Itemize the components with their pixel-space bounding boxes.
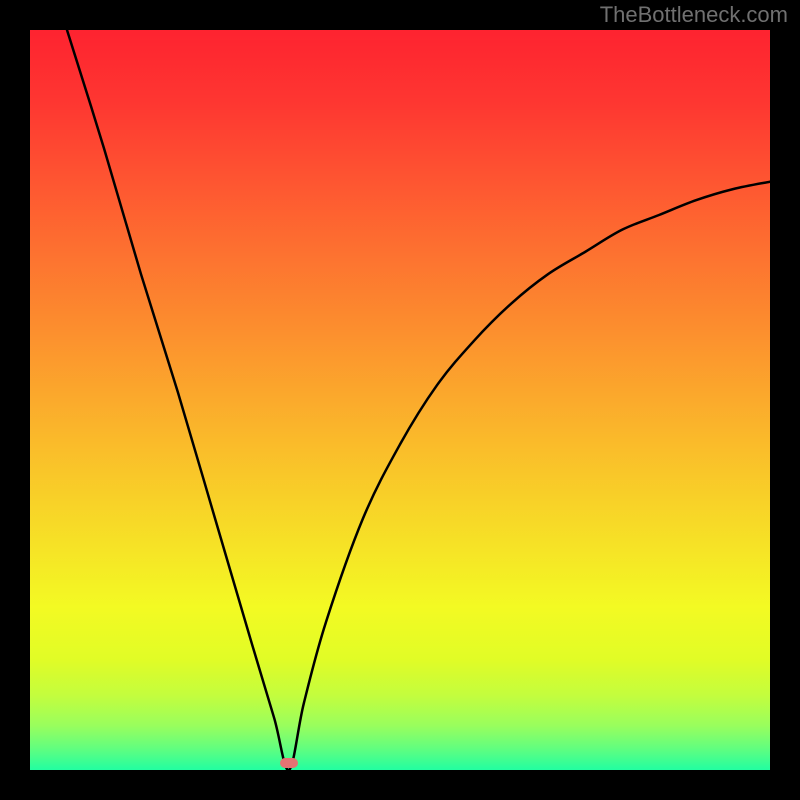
minimum-marker — [280, 758, 298, 768]
bottleneck-curve — [30, 30, 770, 770]
watermark-text: TheBottleneck.com — [600, 2, 788, 28]
plot-area — [30, 30, 770, 770]
chart-frame: TheBottleneck.com — [0, 0, 800, 800]
